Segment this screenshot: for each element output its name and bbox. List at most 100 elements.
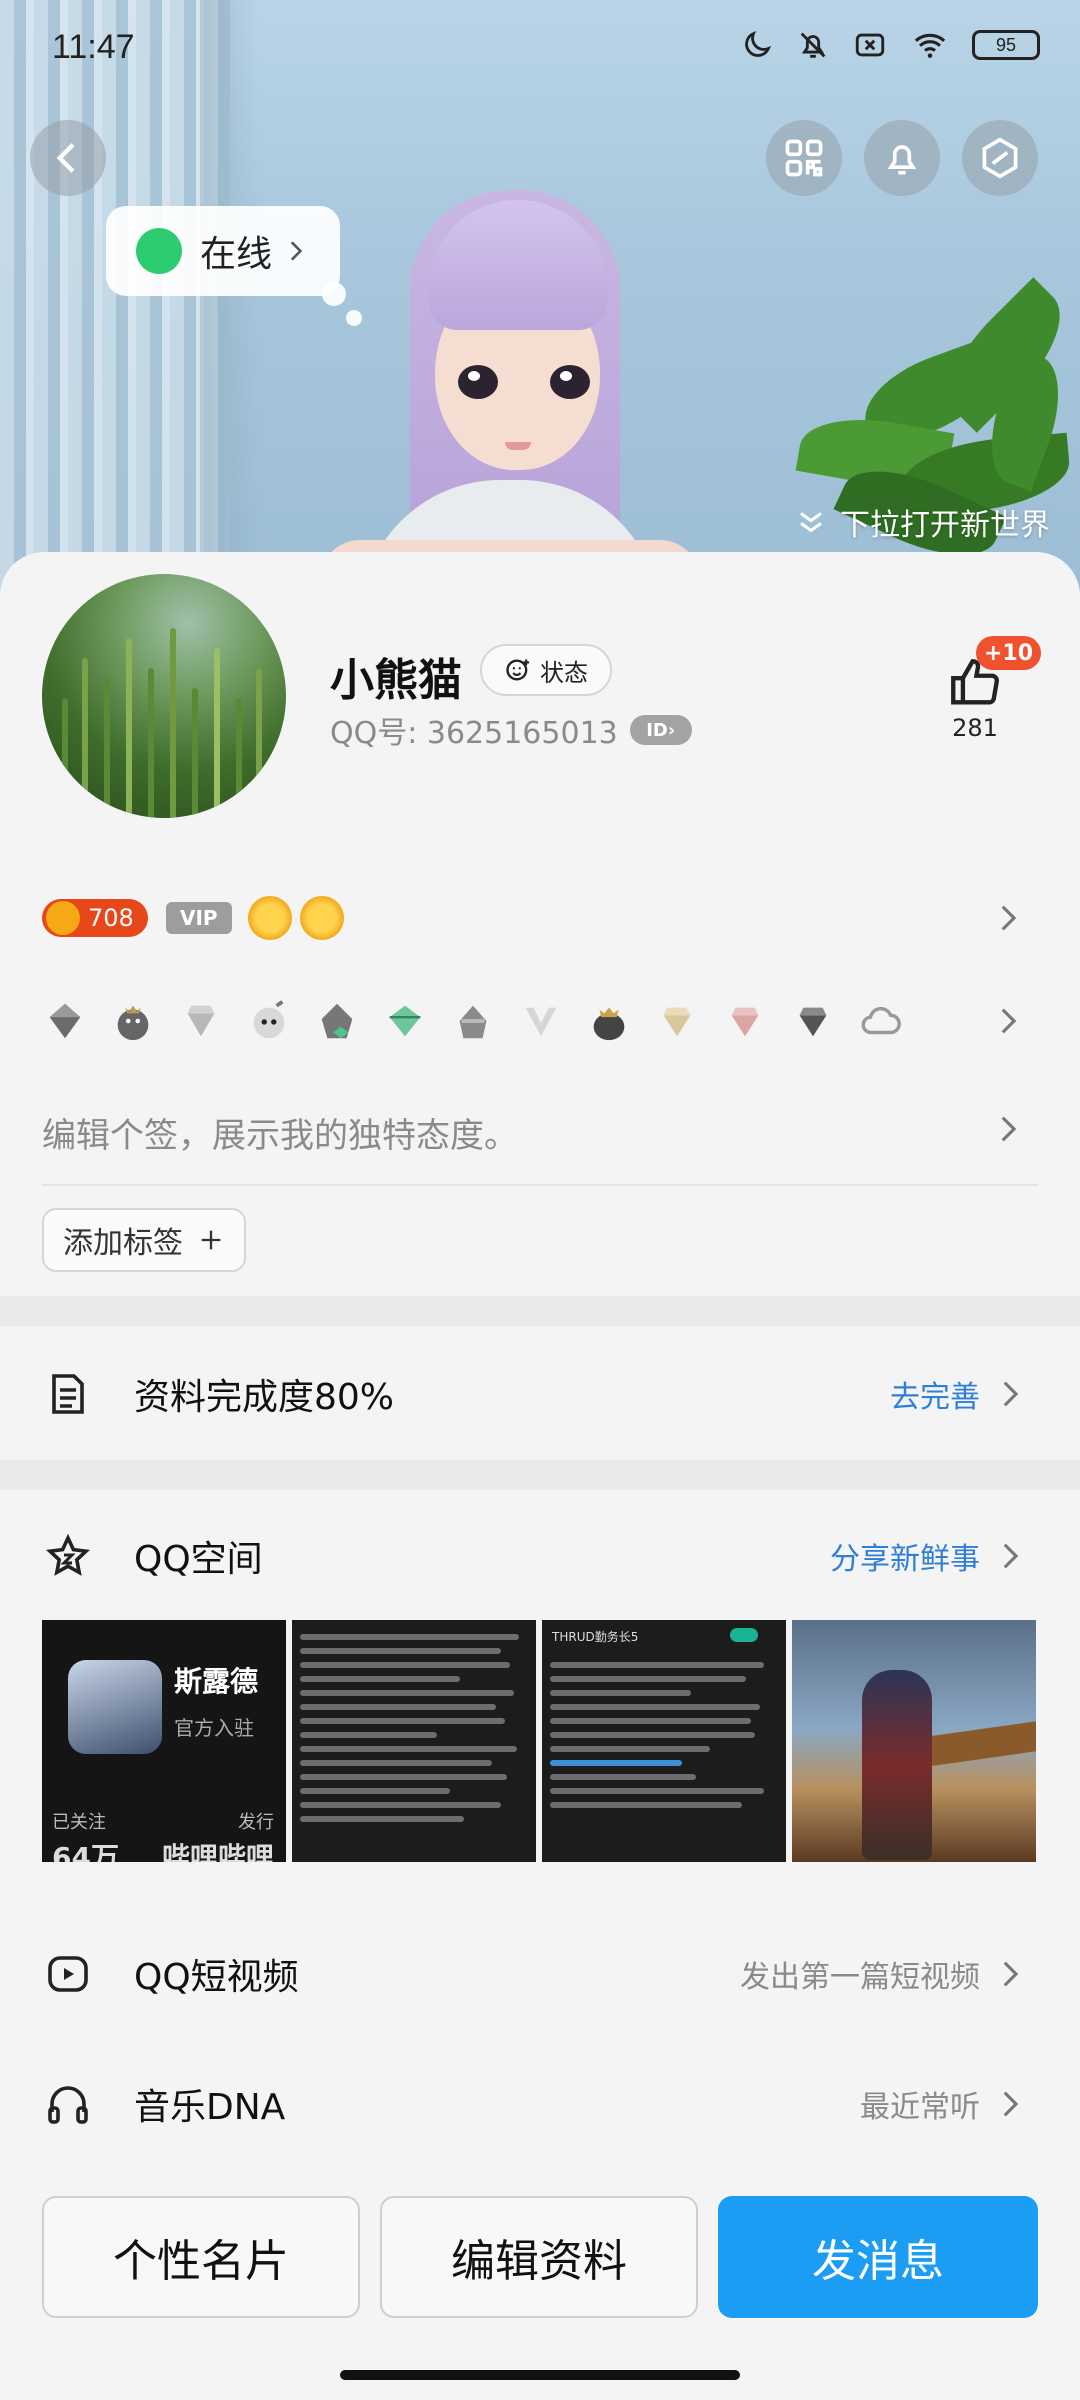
- no-sim-icon: [855, 33, 885, 57]
- photo-title: 斯露德: [174, 1665, 259, 1698]
- qzone-label: QQ空间: [134, 1539, 263, 1580]
- section-divider: [0, 1460, 1080, 1490]
- pink-diamond-badge-icon: [731, 1007, 759, 1037]
- photo-subtitle: 官方入驻: [174, 1716, 254, 1740]
- add-tag-button[interactable]: 添加标签: [42, 1208, 246, 1272]
- qr-code-icon: [785, 139, 823, 177]
- plus-icon: [201, 1230, 221, 1250]
- level-row[interactable]: 708 VIP: [42, 888, 1038, 948]
- badges-row[interactable]: [42, 984, 1038, 1058]
- follow-chip: [730, 1628, 758, 1642]
- qzone-photo[interactable]: 斯露德 官方入驻 已关注 发行 64万 哔哩哔哩: [42, 1620, 286, 1862]
- level-coin-icon: [46, 901, 80, 935]
- completion-label: 资料完成度80%: [134, 1377, 395, 1418]
- qq-level: 708: [88, 904, 134, 932]
- dark-diamond-badge-icon: [799, 1007, 827, 1037]
- cloud-badge-icon: [861, 1006, 901, 1035]
- qq-number-row[interactable]: QQ号: 3625165013 ID›: [330, 708, 692, 752]
- headphones-icon: [48, 2086, 88, 2124]
- qzone-photo[interactable]: THRUD勤务长5: [542, 1620, 786, 1862]
- chevron-left-icon: [56, 143, 75, 173]
- profile-card: 小熊猫 状态 QQ号: 3625165013 ID› +10 281 708 V…: [0, 552, 1080, 2400]
- diamond-badge-icon: [187, 1005, 215, 1037]
- text-screenshot: [550, 1654, 778, 1816]
- battery-indicator: 95: [972, 30, 1040, 60]
- section-divider: [0, 1296, 1080, 1326]
- penguin-king-badge-icon: [593, 1007, 625, 1041]
- game-character-image: [862, 1670, 932, 1860]
- id-badge[interactable]: ID›: [629, 715, 692, 745]
- profile-completion-row[interactable]: 资料完成度80% 去完善: [0, 1334, 1080, 1454]
- white-v-badge-icon: [525, 1007, 557, 1037]
- pull-hint-text: 下拉打开新世界: [840, 508, 1050, 543]
- game-avatar-image: [68, 1660, 162, 1754]
- qzone-photo[interactable]: [792, 1620, 1036, 1862]
- qq-number: QQ号: 3625165013: [330, 716, 618, 751]
- chevron-right-icon: [1001, 905, 1017, 931]
- chevron-right-icon: [290, 241, 303, 261]
- photo-header-text: THRUD勤务长5: [552, 1630, 639, 1644]
- avatar[interactable]: [42, 574, 286, 818]
- video-play-icon: [48, 1956, 88, 1992]
- online-status-text: 在线: [200, 234, 273, 275]
- profile-cover[interactable]: 11:47 95 在线 下拉打开新世界: [0, 0, 1080, 620]
- penguin-crown-badge-icon: [117, 1005, 149, 1041]
- edit-profile-button[interactable]: 编辑资料: [380, 2196, 698, 2318]
- chevron-right-icon: [1003, 2091, 1019, 2117]
- text-screenshot: [300, 1626, 528, 1830]
- status-label: 状态: [540, 658, 588, 687]
- settings-hex-button[interactable]: [962, 120, 1038, 196]
- home-indicator[interactable]: [340, 2370, 740, 2380]
- photo-count-text: 64万: [52, 1841, 119, 1862]
- send-message-button[interactable]: 发消息: [718, 2196, 1038, 2318]
- penguin-gem-badge-icon: [321, 1003, 353, 1039]
- sun-level-icon: [247, 896, 292, 940]
- status-time: 11:47: [52, 28, 135, 66]
- qq-level-badge: 708: [42, 899, 148, 937]
- emerald-badge-icon: [389, 1005, 421, 1037]
- chevron-right-icon: [1001, 1116, 1017, 1142]
- music-dna-label: 音乐DNA: [134, 2087, 286, 2128]
- divider: [42, 1184, 1038, 1186]
- double-chevron-down-icon: [800, 512, 822, 533]
- chevron-right-icon: [1001, 1008, 1017, 1034]
- qzone-photo[interactable]: [292, 1620, 536, 1862]
- profile-card-button[interactable]: 个性名片: [42, 2196, 360, 2318]
- moon-icon: [745, 30, 772, 57]
- chevron-right-icon: [1003, 1961, 1019, 1987]
- back-button[interactable]: [30, 120, 106, 196]
- music-dna-row[interactable]: 音乐DNA 最近常听: [0, 2044, 1080, 2164]
- bubble-tail-small: [346, 310, 362, 326]
- smile-plus-icon: [506, 659, 530, 681]
- bomb-face-badge-icon: [253, 1000, 285, 1039]
- star-icon: [45, 1533, 91, 1576]
- hexagon-icon: [982, 137, 1018, 179]
- status-button[interactable]: 状态: [480, 644, 612, 696]
- signature-input[interactable]: 编辑个签，展示我的独特态度。: [42, 1108, 518, 1157]
- like-count: 281: [952, 714, 998, 742]
- qr-code-button[interactable]: [766, 120, 842, 196]
- add-tag-label: 添加标签: [63, 1226, 183, 1261]
- photo-follow-text: 已关注: [52, 1812, 106, 1833]
- bubble-tail: [322, 282, 346, 306]
- complete-profile-link[interactable]: 去完善: [890, 1372, 980, 1416]
- gold-diamond-badge-icon: [663, 1007, 691, 1037]
- pull-down-hint: 下拉打开新世界: [794, 500, 1050, 544]
- bell-icon: [887, 145, 917, 175]
- share-news-link[interactable]: 分享新鲜事: [830, 1534, 980, 1578]
- online-dot-icon: [136, 228, 182, 274]
- status-bar: 11:47 95: [0, 0, 1080, 100]
- notification-button[interactable]: [864, 120, 940, 196]
- short-video-label: QQ短视频: [134, 1957, 299, 1998]
- wifi-icon: [914, 33, 946, 58]
- mute-bell-icon: [800, 32, 826, 58]
- short-video-row[interactable]: QQ短视频 发出第一篇短视频: [0, 1914, 1080, 2034]
- recently-played-hint: 最近常听: [860, 2090, 980, 2125]
- qzone-photos: 斯露德 官方入驻 已关注 发行 64万 哔哩哔哩 THRUD勤务长5: [42, 1620, 1036, 1862]
- online-status-bubble[interactable]: 在线: [106, 206, 340, 296]
- like-increment-badge: +10: [976, 636, 1042, 670]
- chevron-right-icon: [1003, 1543, 1019, 1569]
- chevron-right-icon: [1003, 1381, 1019, 1407]
- sun-level-icon: [299, 896, 344, 940]
- qzone-row[interactable]: QQ空间 分享新鲜事: [0, 1496, 1080, 1616]
